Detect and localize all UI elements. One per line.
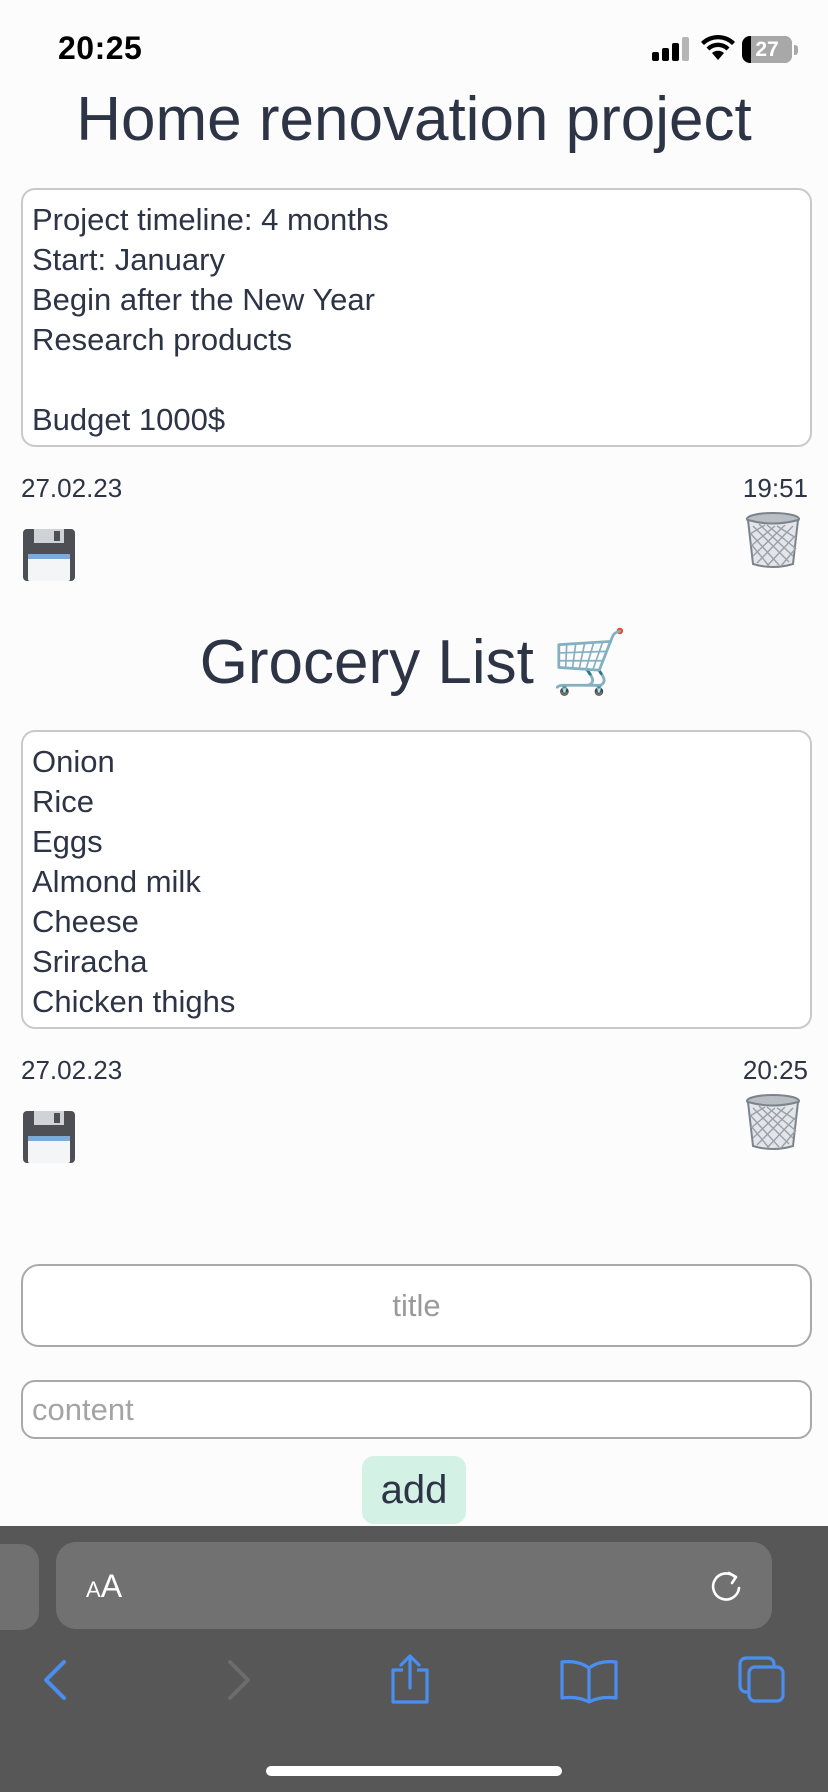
- wastebasket-icon[interactable]: [745, 1094, 801, 1152]
- note-line: Start: January: [32, 242, 225, 277]
- note-line: Begin after the New Year: [32, 282, 375, 317]
- note-line: Chicken thighs: [32, 984, 236, 1019]
- bookmarks-icon[interactable]: [558, 1654, 620, 1706]
- home-indicator[interactable]: [266, 1766, 562, 1776]
- wastebasket-icon[interactable]: [745, 512, 801, 570]
- battery-icon: 27: [742, 36, 792, 63]
- battery-level: 27: [755, 38, 779, 61]
- previous-tab-preview[interactable]: [0, 1544, 39, 1630]
- share-icon[interactable]: [384, 1654, 436, 1706]
- note-date: 27.02.23: [21, 473, 123, 503]
- note-title: Grocery List 🛒: [199, 628, 629, 697]
- back-icon[interactable]: [32, 1654, 84, 1706]
- note-line: Project timeline: 4 months: [32, 202, 389, 237]
- note-time: 19:51: [742, 473, 808, 503]
- note-line: [32, 360, 801, 400]
- content-input[interactable]: [21, 1380, 812, 1439]
- note-line: Sriracha: [32, 944, 148, 979]
- note-date: 27.02.23: [21, 1055, 123, 1085]
- floppy-disk-icon[interactable]: [22, 528, 76, 582]
- title-input[interactable]: [21, 1264, 812, 1347]
- forward-icon[interactable]: [210, 1654, 262, 1706]
- note-title: Home renovation project: [76, 85, 752, 154]
- floppy-disk-icon[interactable]: [22, 1110, 76, 1164]
- wifi-icon: [701, 34, 735, 60]
- status-time: 20:25: [58, 30, 143, 66]
- status-bar: 20:25 27: [0, 0, 828, 96]
- browser-toolbar: AA: [0, 1526, 828, 1792]
- reload-icon[interactable]: [708, 1568, 744, 1604]
- note-content[interactable]: Onion Rice Eggs Almond milk Cheese Srira…: [21, 730, 812, 1029]
- note-time: 20:25: [742, 1055, 808, 1085]
- add-button[interactable]: add: [362, 1456, 466, 1524]
- reader-text-size-button[interactable]: AA: [86, 1568, 122, 1605]
- aa-big-label: A: [100, 1568, 123, 1604]
- note-line: Eggs: [32, 824, 103, 859]
- tabs-icon[interactable]: [736, 1654, 788, 1706]
- note-line: Cheese: [32, 904, 139, 939]
- note-line: Research products: [32, 322, 293, 357]
- aa-small-label: A: [86, 1577, 101, 1602]
- note-content[interactable]: Project timeline: 4 months Start: Januar…: [21, 188, 812, 447]
- cellular-signal-icon: [652, 37, 690, 61]
- battery-tip: [794, 45, 798, 55]
- note-line: Almond milk: [32, 864, 201, 899]
- note-line: Budget 1000$: [32, 402, 226, 437]
- address-bar[interactable]: AA: [56, 1542, 772, 1629]
- note-line: Onion: [32, 744, 115, 779]
- note-line: Rice: [32, 784, 95, 819]
